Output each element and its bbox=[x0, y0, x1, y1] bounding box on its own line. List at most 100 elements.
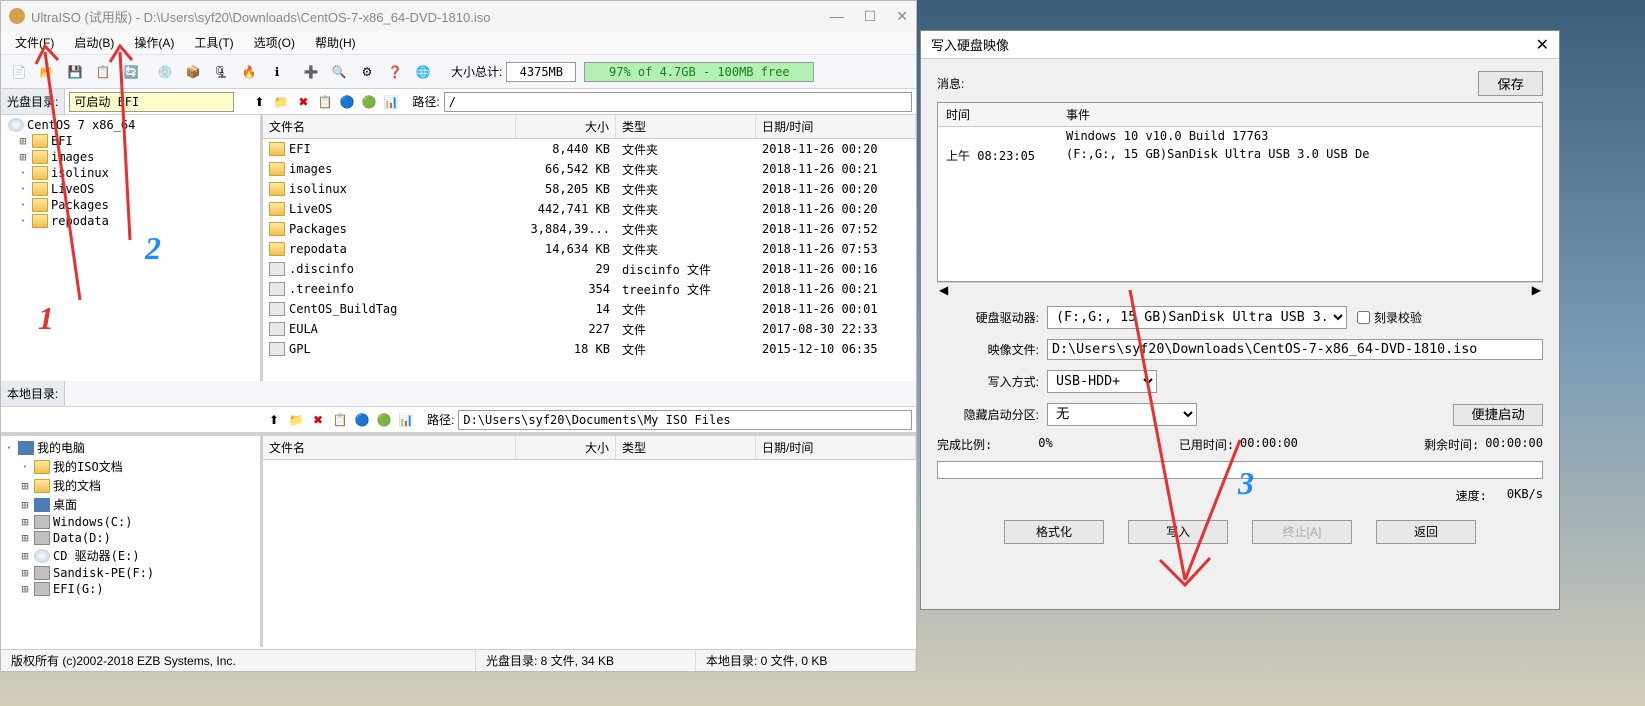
iso-tree-item[interactable]: ⊞images bbox=[3, 149, 258, 165]
local-up-icon[interactable]: ⬆ bbox=[265, 411, 283, 429]
up-icon[interactable]: ⬆ bbox=[250, 93, 268, 111]
list-item[interactable]: CentOS_BuildTag14文件2018-11-26 00:01 bbox=[263, 299, 916, 319]
menu-boot[interactable]: 启动(B) bbox=[64, 31, 124, 54]
iso-tree-item[interactable]: ·isolinux bbox=[3, 165, 258, 181]
return-button[interactable]: 返回 bbox=[1376, 520, 1476, 544]
verify-checkbox[interactable] bbox=[1357, 311, 1370, 324]
tree-item-label: isolinux bbox=[51, 166, 109, 180]
compress-icon[interactable]: 🗜 bbox=[209, 60, 233, 84]
local-tree-item[interactable]: ⊞EFI(G:) bbox=[3, 581, 258, 597]
close-button[interactable]: ✕ bbox=[896, 8, 908, 25]
menu-file[interactable]: 文件(F) bbox=[5, 31, 64, 54]
help-icon[interactable]: ❓ bbox=[383, 60, 407, 84]
iso-tree-item[interactable]: ·Packages bbox=[3, 197, 258, 213]
local-tree-pane[interactable]: ·我的电脑·我的ISO文档⊞我的文档⊞桌面⊞Windows(C:)⊞Data(D… bbox=[1, 436, 263, 647]
col-date[interactable]: 日期/时间 bbox=[756, 115, 916, 138]
write-method-select[interactable]: USB-HDD+ bbox=[1047, 370, 1157, 393]
new-folder-icon[interactable]: 📁 bbox=[272, 93, 290, 111]
local-v3-icon[interactable]: 📊 bbox=[397, 411, 415, 429]
saveas-icon[interactable]: 📋 bbox=[91, 60, 115, 84]
local-tree-item[interactable]: ·我的ISO文档 bbox=[3, 457, 258, 476]
file-icon bbox=[269, 342, 285, 356]
hide-boot-select[interactable]: 无 bbox=[1047, 403, 1197, 426]
save-button[interactable]: 保存 bbox=[1478, 71, 1543, 96]
refresh-icon[interactable]: 🔄 bbox=[119, 60, 143, 84]
menu-action[interactable]: 操作(A) bbox=[124, 31, 184, 54]
speed-value: 0KB/s bbox=[1507, 487, 1543, 504]
local-list-pane[interactable]: 文件名 大小 类型 日期/时间 bbox=[263, 436, 916, 647]
col-name[interactable]: 文件名 bbox=[263, 115, 516, 138]
menu-tools[interactable]: 工具(T) bbox=[184, 31, 243, 54]
local-tree-item[interactable]: ⊞Sandisk-PE(F:) bbox=[3, 565, 258, 581]
new-icon[interactable]: 📄 bbox=[7, 60, 31, 84]
mount-icon[interactable]: 💿 bbox=[153, 60, 177, 84]
message-list[interactable]: 时间 事件 Windows 10 v10.0 Build 17763上午 08:… bbox=[937, 102, 1543, 282]
prop-icon[interactable]: 📋 bbox=[316, 93, 334, 111]
col-size[interactable]: 大小 bbox=[516, 115, 616, 138]
list-item[interactable]: .discinfo29discinfo 文件2018-11-26 00:16 bbox=[263, 259, 916, 279]
menu-help[interactable]: 帮助(H) bbox=[305, 31, 366, 54]
list-item[interactable]: LiveOS442,741 KB文件夹2018-11-26 00:20 bbox=[263, 199, 916, 219]
local-tree-item[interactable]: ⊞Data(D:) bbox=[3, 530, 258, 546]
burn-icon[interactable]: 🔥 bbox=[237, 60, 261, 84]
quick-boot-button[interactable]: 便捷启动 bbox=[1453, 404, 1543, 426]
local-tree-item[interactable]: ⊞Windows(C:) bbox=[3, 514, 258, 530]
window-title: UltraISO (试用版) - D:\Users\syf20\Download… bbox=[31, 7, 830, 26]
message-scrollbar[interactable]: ◀▶ bbox=[937, 282, 1543, 296]
iso-tree-item[interactable]: ·LiveOS bbox=[3, 181, 258, 197]
local-del-icon[interactable]: ✖ bbox=[309, 411, 327, 429]
view1-icon[interactable]: 🔵 bbox=[338, 93, 356, 111]
menu-options[interactable]: 选项(O) bbox=[244, 31, 305, 54]
msg-col-event[interactable]: 事件 bbox=[1058, 103, 1542, 126]
list-item[interactable]: GPL18 KB文件2015-12-10 06:35 bbox=[263, 339, 916, 359]
message-row[interactable]: Windows 10 v10.0 Build 17763 bbox=[938, 127, 1542, 145]
lcol-size[interactable]: 大小 bbox=[516, 436, 616, 459]
iso-list-pane[interactable]: 文件名 大小 类型 日期/时间 EFI8,440 KB文件夹2018-11-26… bbox=[263, 115, 916, 381]
local-tree-item[interactable]: ⊞CD 驱动器(E:) bbox=[3, 546, 258, 565]
view3-icon[interactable]: 📊 bbox=[382, 93, 400, 111]
iso-tree-item[interactable]: ·repodata bbox=[3, 213, 258, 229]
list-item[interactable]: isolinux58,205 KB文件夹2018-11-26 00:20 bbox=[263, 179, 916, 199]
lcol-date[interactable]: 日期/时间 bbox=[756, 436, 916, 459]
save-icon[interactable]: 💾 bbox=[63, 60, 87, 84]
list-item[interactable]: .treeinfo354treeinfo 文件2018-11-26 00:21 bbox=[263, 279, 916, 299]
list-item[interactable]: images66,542 KB文件夹2018-11-26 00:21 bbox=[263, 159, 916, 179]
local-new-icon[interactable]: 📁 bbox=[287, 411, 305, 429]
minimize-button[interactable]: — bbox=[830, 8, 844, 25]
local-prop-icon[interactable]: 📋 bbox=[331, 411, 349, 429]
msg-col-time[interactable]: 时间 bbox=[938, 103, 1058, 126]
drive-select[interactable]: (F:,G:, 15 GB)SanDisk Ultra USB 3.0 USB … bbox=[1047, 306, 1347, 329]
dialog-close-icon[interactable]: ✕ bbox=[1536, 35, 1549, 55]
local-v1-icon[interactable]: 🔵 bbox=[353, 411, 371, 429]
message-row[interactable]: 上午 08:23:05(F:,G:, 15 GB)SanDisk Ultra U… bbox=[938, 145, 1542, 166]
iso-tree-pane[interactable]: CentOS 7 x86_64 ⊞EFI⊞images·isolinux·Liv… bbox=[1, 115, 263, 381]
lcol-type[interactable]: 类型 bbox=[616, 436, 756, 459]
write-button[interactable]: 写入 bbox=[1128, 520, 1228, 544]
local-tree-item[interactable]: ⊞我的文档 bbox=[3, 476, 258, 495]
list-item[interactable]: EFI8,440 KB文件夹2018-11-26 00:20 bbox=[263, 139, 916, 159]
iso-tree-item[interactable]: ⊞EFI bbox=[3, 133, 258, 149]
local-v2-icon[interactable]: 🟢 bbox=[375, 411, 393, 429]
web-icon[interactable]: 🌐 bbox=[411, 60, 435, 84]
image-file-input[interactable] bbox=[1047, 339, 1543, 360]
write-method-label: 写入方式: bbox=[937, 373, 1047, 390]
view2-icon[interactable]: 🟢 bbox=[360, 93, 378, 111]
tree-root-item[interactable]: CentOS 7 x86_64 bbox=[3, 117, 258, 133]
dialog-title: 写入硬盘映像 bbox=[931, 35, 1536, 54]
lcol-name[interactable]: 文件名 bbox=[263, 436, 516, 459]
delete-icon[interactable]: ✖ bbox=[294, 93, 312, 111]
extract-icon[interactable]: 📦 bbox=[181, 60, 205, 84]
find-icon[interactable]: 🔍 bbox=[327, 60, 351, 84]
local-tree-item[interactable]: ⊞桌面 bbox=[3, 495, 258, 514]
add-icon[interactable]: ➕ bbox=[299, 60, 323, 84]
list-item[interactable]: EULA227文件2017-08-30 22:33 bbox=[263, 319, 916, 339]
open-icon[interactable]: 📂 bbox=[35, 60, 59, 84]
list-item[interactable]: repodata14,634 KB文件夹2018-11-26 07:53 bbox=[263, 239, 916, 259]
format-button[interactable]: 格式化 bbox=[1004, 520, 1104, 544]
info-icon[interactable]: ℹ bbox=[265, 60, 289, 84]
settings-icon[interactable]: ⚙ bbox=[355, 60, 379, 84]
col-type[interactable]: 类型 bbox=[616, 115, 756, 138]
list-item[interactable]: Packages3,884,39...文件夹2018-11-26 07:52 bbox=[263, 219, 916, 239]
local-tree-item[interactable]: ·我的电脑 bbox=[3, 438, 258, 457]
maximize-button[interactable]: ☐ bbox=[864, 8, 877, 25]
